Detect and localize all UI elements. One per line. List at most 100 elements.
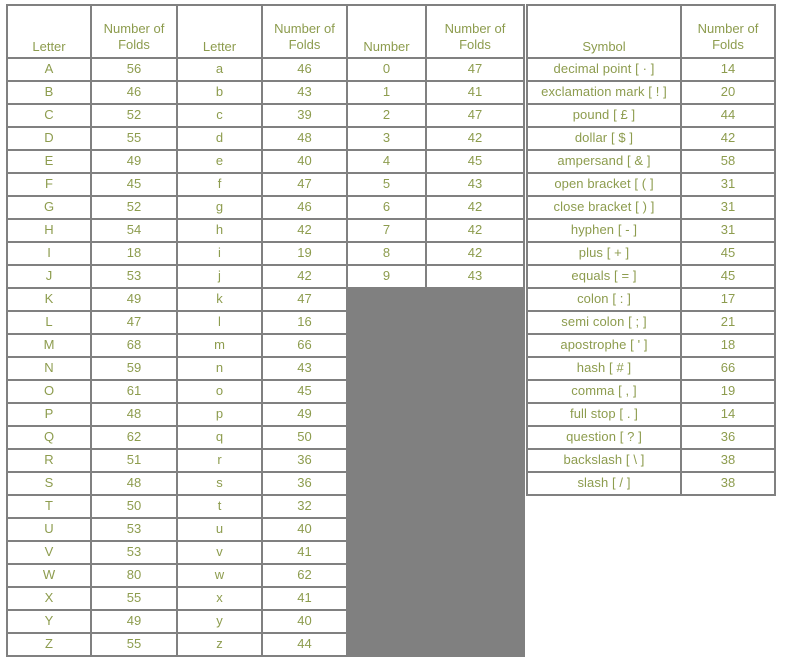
cell-folds-lower: 43 <box>263 82 346 103</box>
cell-folds-upper: 59 <box>92 358 176 379</box>
cell-folds-lower: 41 <box>263 588 346 609</box>
cell-folds-lower: 19 <box>263 243 346 264</box>
cell-letter-upper: T <box>8 496 90 517</box>
cell-folds-upper: 49 <box>92 611 176 632</box>
cell-folds-lower: 32 <box>263 496 346 517</box>
cell-symbol-name: semi colon [ ; ] <box>528 312 680 333</box>
cell-number: 5 <box>348 174 425 195</box>
cell-letter-lower: b <box>178 82 261 103</box>
table-row: A 56 a 46 0 47 <box>8 59 523 80</box>
table-row: T 50 t 32 <box>8 496 523 517</box>
cell-symbol-folds: 38 <box>682 450 774 471</box>
table-row: decimal point [ · ] 14 <box>528 59 774 80</box>
cell-folds-upper: 53 <box>92 266 176 287</box>
table-row: colon [ : ] 17 <box>528 289 774 310</box>
cell-number: 8 <box>348 243 425 264</box>
table-row: N 59 n 43 <box>8 358 523 379</box>
cell-symbol-folds: 42 <box>682 128 774 149</box>
table-row: R 51 r 36 <box>8 450 523 471</box>
cell-folds-lower: 48 <box>263 128 346 149</box>
cell-symbol-folds: 44 <box>682 105 774 126</box>
table-row: G 52 g 46 6 42 <box>8 197 523 218</box>
cell-folds-upper: 55 <box>92 634 176 655</box>
cell-folds-lower: 42 <box>263 220 346 241</box>
cell-folds-lower: 45 <box>263 381 346 402</box>
cell-folds-lower: 36 <box>263 450 346 471</box>
cell-letter-lower: m <box>178 335 261 356</box>
cell-letter-lower: x <box>178 588 261 609</box>
header-folds-upper-line2: Folds <box>118 37 150 53</box>
cell-letter-lower: t <box>178 496 261 517</box>
cell-symbol-name: hash [ # ] <box>528 358 680 379</box>
cell-symbol-name: dollar [ $ ] <box>528 128 680 149</box>
cell-folds-upper: 51 <box>92 450 176 471</box>
table-row: Z 55 z 44 <box>8 634 523 655</box>
cell-letter-lower: k <box>178 289 261 310</box>
table-row: full stop [ . ] 14 <box>528 404 774 425</box>
cell-folds-lower: 16 <box>263 312 346 333</box>
cell-letter-lower: f <box>178 174 261 195</box>
cell-folds-upper: 49 <box>92 289 176 310</box>
cell-folds-upper: 55 <box>92 128 176 149</box>
cell-symbol-name: ampersand [ & ] <box>528 151 680 172</box>
cell-symbol-folds: 45 <box>682 266 774 287</box>
cell-letter-lower: v <box>178 542 261 563</box>
cell-folds-upper: 80 <box>92 565 176 586</box>
header-folds-upper: Number of Folds <box>92 6 176 57</box>
cell-folds-number: 42 <box>427 243 523 264</box>
cell-letter-lower: p <box>178 404 261 425</box>
cell-number: 2 <box>348 105 425 126</box>
cell-letter-upper: I <box>8 243 90 264</box>
cell-letter-upper: Y <box>8 611 90 632</box>
cell-folds-number: 42 <box>427 197 523 218</box>
cell-letter-lower: l <box>178 312 261 333</box>
cell-folds-upper: 45 <box>92 174 176 195</box>
cell-letter-lower: y <box>178 611 261 632</box>
cell-folds-upper: 55 <box>92 588 176 609</box>
cell-folds-lower: 49 <box>263 404 346 425</box>
table-row: S 48 s 36 <box>8 473 523 494</box>
cell-letter-upper: P <box>8 404 90 425</box>
cell-letter-lower: c <box>178 105 261 126</box>
table-row: comma [ , ] 19 <box>528 381 774 402</box>
cell-symbol-name: pound [ £ ] <box>528 105 680 126</box>
cell-symbol-name: open bracket [ ( ] <box>528 174 680 195</box>
cell-letter-upper: N <box>8 358 90 379</box>
cell-symbol-folds: 19 <box>682 381 774 402</box>
cell-letter-upper: F <box>8 174 90 195</box>
table-row: C 52 c 39 2 47 <box>8 105 523 126</box>
cell-symbol-name: comma [ , ] <box>528 381 680 402</box>
cell-folds-lower: 41 <box>263 542 346 563</box>
cell-symbol-folds: 31 <box>682 174 774 195</box>
header-folds-lower-line2: Folds <box>288 37 321 53</box>
cell-letter-upper: E <box>8 151 90 172</box>
cell-letter-upper: M <box>8 335 90 356</box>
table-row: exclamation mark [ ! ] 20 <box>528 82 774 103</box>
cell-symbol-folds: 17 <box>682 289 774 310</box>
cell-letter-lower: j <box>178 266 261 287</box>
cell-symbol-name: colon [ : ] <box>528 289 680 310</box>
cell-letter-upper: U <box>8 519 90 540</box>
symbols-table: Symbol Number of Folds decimal point [ ·… <box>526 4 776 496</box>
letters-table-body: A 56 a 46 0 47 B 46 b 43 1 41 C 52 c 39 2 47 D 55 d 48 3 42 E 49 e… <box>8 59 523 655</box>
cell-letter-upper: Q <box>8 427 90 448</box>
header-folds-number: Number of Folds <box>427 6 523 57</box>
cell-symbol-folds: 18 <box>682 335 774 356</box>
table-row: L 47 l 16 <box>8 312 523 333</box>
header-number: Number <box>348 6 425 57</box>
table-row: plus [ + ] 45 <box>528 243 774 264</box>
header-row: Symbol Number of Folds <box>528 6 774 57</box>
cell-letter-lower: d <box>178 128 261 149</box>
cell-folds-upper: 50 <box>92 496 176 517</box>
cell-number: 3 <box>348 128 425 149</box>
cell-letter-upper: B <box>8 82 90 103</box>
cell-letter-lower: h <box>178 220 261 241</box>
table-row: M 68 m 66 <box>8 335 523 356</box>
table-row: W 80 w 62 <box>8 565 523 586</box>
letters-table-header: Letter Number of Folds Letter Number of … <box>8 6 523 57</box>
cell-folds-lower: 40 <box>263 151 346 172</box>
cell-folds-lower: 47 <box>263 174 346 195</box>
cell-letter-upper: V <box>8 542 90 563</box>
header-row: Letter Number of Folds Letter Number of … <box>8 6 523 57</box>
header-letter-lower: Letter <box>178 6 261 57</box>
